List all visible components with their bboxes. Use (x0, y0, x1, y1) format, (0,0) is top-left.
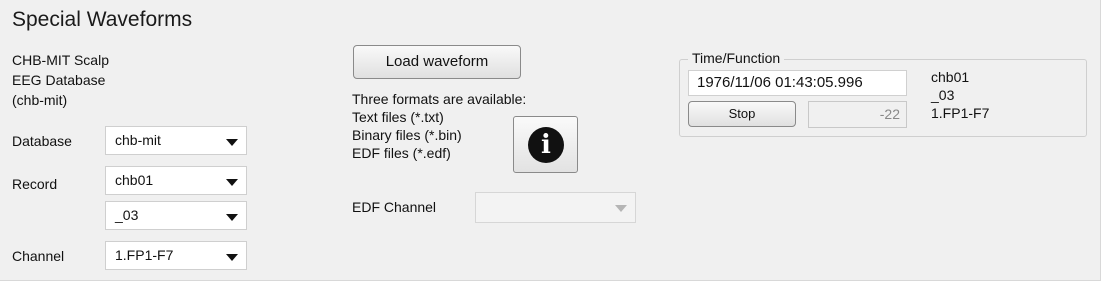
record-info-line: 1.FP1-F7 (931, 105, 990, 121)
record-segment-value: _03 (115, 207, 139, 223)
record-select-value: chb01 (115, 172, 154, 188)
format-item: Text files (*.txt) (352, 109, 444, 125)
chevron-down-icon (226, 139, 238, 146)
panel-title: Special Waveforms (12, 8, 193, 31)
chevron-down-icon (226, 214, 238, 221)
time-field[interactable]: 1976/11/06 01:43:05.996 (688, 70, 907, 96)
record-info: chb01 _03 1.FP1-F7 (931, 68, 989, 122)
info-button[interactable]: i (513, 116, 578, 173)
stop-button[interactable]: Stop (688, 101, 796, 127)
edf-channel-select[interactable] (475, 192, 636, 223)
record-select[interactable]: chb01 (105, 166, 247, 195)
channel-select-value: 1.FP1-F7 (115, 247, 174, 263)
format-item: EDF files (*.edf) (352, 145, 451, 161)
database-description-line: CHB-MIT Scalp (12, 52, 109, 68)
record-info-line: chb01 (931, 69, 970, 85)
chevron-down-icon (615, 205, 627, 212)
load-waveform-button[interactable]: Load waveform (353, 45, 521, 79)
database-description: CHB-MIT Scalp EEG Database (chb-mit) (12, 50, 212, 110)
time-offset-field[interactable]: -22 (808, 101, 907, 128)
time-function-title: Time/Function (688, 50, 785, 66)
record-segment-select[interactable]: _03 (105, 201, 247, 230)
database-select[interactable]: chb-mit (105, 126, 247, 155)
special-waveforms-panel: Special Waveforms CHB-MIT Scalp EEG Data… (0, 0, 1101, 281)
edf-channel-label: EDF Channel (352, 199, 437, 215)
info-icon: i (528, 127, 564, 163)
chevron-down-icon (226, 179, 238, 186)
formats-heading: Three formats are available: (352, 91, 527, 107)
database-description-line: (chb-mit) (12, 92, 68, 108)
database-label: Database (12, 133, 72, 149)
database-description-line: EEG Database (12, 72, 106, 88)
record-label: Record (12, 176, 58, 192)
channel-select[interactable]: 1.FP1-F7 (105, 241, 247, 270)
chevron-down-icon (226, 254, 238, 261)
channel-label: Channel (12, 248, 65, 264)
formats-info: Three formats are available: Text files … (352, 90, 526, 162)
record-info-line: _03 (931, 87, 955, 103)
database-select-value: chb-mit (115, 132, 161, 148)
format-item: Binary files (*.bin) (352, 127, 462, 143)
